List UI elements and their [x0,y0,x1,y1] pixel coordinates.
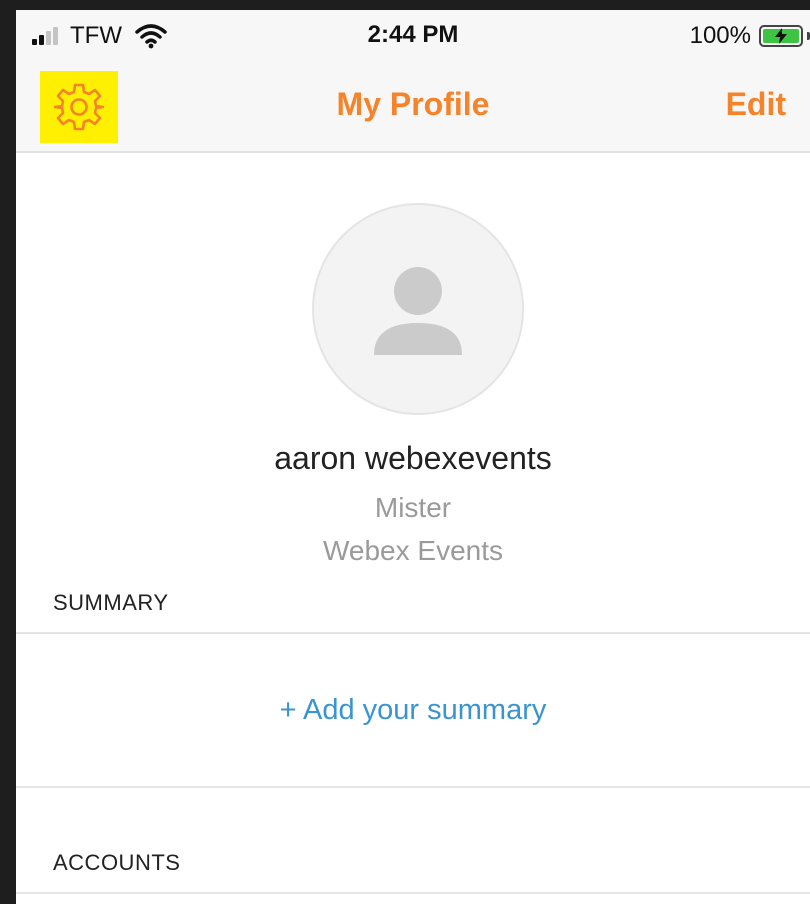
accounts-header: ACCOUNTS [53,850,181,875]
battery-percent: 100% [689,22,751,49]
summary-header: SUMMARY [53,590,169,615]
bolt-icon [775,28,787,44]
page-title: My Profile [336,86,490,122]
battery-charging-icon [759,25,803,47]
nav-bar: My Profile Edit [16,60,810,150]
add-summary-link[interactable]: + Add your summary [16,694,810,727]
battery-group: 100% [690,22,810,50]
avatar[interactable] [312,203,524,415]
summary-divider-top [16,632,810,634]
person-placeholder-icon [374,267,462,355]
summary-divider-bottom [16,786,810,788]
profile-company: Webex Events [322,535,504,566]
accounts-divider [16,892,810,894]
profile-name: aaron webexevents [274,440,552,476]
app-screen: TFW 2:44 PM 100% My Profile Edit aaron w… [16,10,810,904]
edit-button[interactable]: Edit [726,86,786,123]
device-frame: TFW 2:44 PM 100% My Profile Edit aaron w… [0,0,810,904]
status-bar: TFW 2:44 PM 100% [16,10,810,60]
profile-title: Mister [374,492,452,523]
header-area: TFW 2:44 PM 100% My Profile Edit [16,10,810,153]
